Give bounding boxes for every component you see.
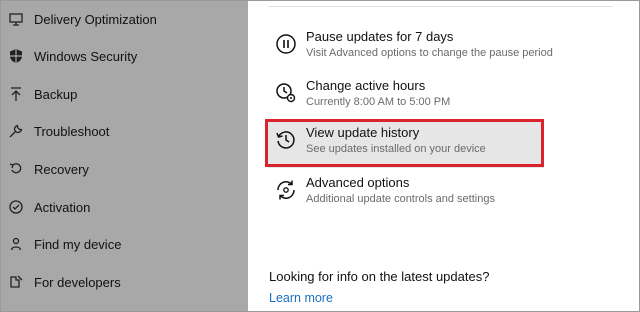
update-options-panel: Pause updates for 7 days Visit Advanced … [248, 1, 639, 311]
sidebar-item-activation[interactable]: Activation [1, 190, 248, 224]
sidebar: Delivery Optimization Windows Security B… [1, 1, 248, 311]
clock-gear-icon [274, 81, 298, 105]
sidebar-item-for-developers[interactable]: For developers [1, 265, 248, 299]
option-title: Pause updates for 7 days [306, 29, 454, 44]
sidebar-item-windows-security[interactable]: Windows Security [1, 39, 248, 73]
checkmark-circle-icon [7, 198, 25, 216]
history-icon [274, 128, 298, 152]
wrench-icon [7, 122, 25, 140]
learn-more-link[interactable]: Learn more [269, 291, 333, 305]
sidebar-item-label: Backup [34, 86, 78, 102]
divider [268, 6, 613, 7]
sidebar-item-label: Find my device [34, 236, 122, 252]
latest-updates-question: Looking for info on the latest updates? [269, 269, 490, 284]
sidebar-item-delivery-optimization[interactable]: Delivery Optimization [1, 2, 248, 36]
option-title: Change active hours [306, 78, 426, 93]
option-description: See updates installed on your device [306, 143, 486, 155]
settings-window: Delivery Optimization Windows Security B… [0, 0, 640, 312]
sidebar-item-troubleshoot[interactable]: Troubleshoot [1, 114, 248, 148]
sidebar-item-backup[interactable]: Backup [1, 77, 248, 111]
advanced-options-option[interactable]: Advanced options Additional update contr… [266, 172, 544, 218]
change-active-hours-option[interactable]: Change active hours Currently 8:00 AM to… [266, 75, 544, 121]
sidebar-item-label: Activation [34, 199, 91, 215]
option-description: Visit Advanced options to change the pau… [306, 47, 553, 59]
sidebar-item-find-my-device[interactable]: Find my device [1, 227, 248, 261]
pause-updates-option[interactable]: Pause updates for 7 days Visit Advanced … [266, 26, 553, 72]
advanced-sync-icon [274, 178, 298, 202]
developer-tools-icon [7, 273, 25, 291]
sidebar-item-label: Delivery Optimization [34, 11, 157, 27]
option-description: Currently 8:00 AM to 5:00 PM [306, 96, 451, 108]
pause-icon [274, 32, 298, 56]
sidebar-item-label: Windows Security [34, 48, 138, 64]
recovery-icon [7, 160, 25, 178]
sidebar-item-label: Recovery [34, 161, 89, 177]
option-title: View update history [306, 125, 420, 140]
sidebar-item-recovery[interactable]: Recovery [1, 152, 248, 186]
shield-icon [7, 47, 25, 65]
delivery-optimization-icon [7, 10, 25, 28]
option-title: Advanced options [306, 175, 410, 190]
sidebar-item-label: Troubleshoot [34, 123, 110, 139]
option-description: Additional update controls and settings [306, 193, 495, 205]
backup-arrow-icon [7, 85, 25, 103]
person-pin-icon [7, 235, 25, 253]
view-update-history-option[interactable]: View update history See updates installe… [268, 122, 544, 168]
sidebar-item-label: For developers [34, 274, 121, 290]
